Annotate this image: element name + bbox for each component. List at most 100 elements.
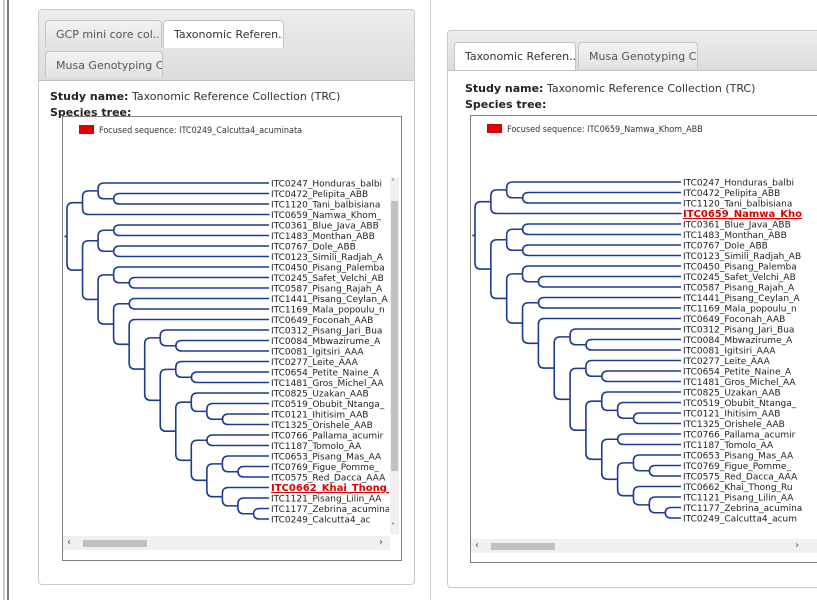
tree-leaf-label[interactable]: ITC1483_Monthan_ABB — [683, 231, 787, 241]
tree-branch — [600, 401, 618, 412]
tree-leaf-label[interactable]: ITC0084_Mbwazirume_A — [683, 336, 793, 346]
tree-leaf-label[interactable]: ITC0081_Igitsiri_AAA — [683, 347, 776, 357]
tree-leaf-label[interactable]: ITC0575_Red_Dacca_AAA — [271, 474, 386, 484]
tree-leaf-label[interactable]: ITC0361_Blue_Java_ABB — [271, 222, 379, 232]
tree-leaf-label[interactable]: ITC0587_Pisang_Rajah_A — [683, 284, 795, 294]
tree-leaf-label[interactable]: ITC0472_Pelipita_ABB — [271, 190, 368, 200]
scroll-right-arrow[interactable]: › — [379, 538, 383, 548]
tree-leaf-label[interactable]: ITC0245_Safet_Velchi_AB — [683, 273, 796, 283]
tree-leaf-label[interactable]: ITC0081_Igitsiri_AAA — [271, 348, 364, 358]
tree-leaf-label[interactable]: ITC0247_Honduras_balbi — [271, 180, 382, 190]
tree-leaf-label[interactable]: ITC0769_Figue_Pomme_ — [683, 462, 791, 472]
tree-leaf-label[interactable]: ITC0654_Petite_Naine_A — [683, 368, 792, 378]
scroll-left-arrow[interactable]: ‹ — [67, 538, 71, 548]
tree-leaf-label[interactable]: ITC1120_Tani_balbisiana — [683, 200, 792, 210]
tree-leaf-label[interactable]: ITC1121_Pisang_Lilin_AA — [683, 494, 794, 504]
tree-leaf-label[interactable]: ITC0767_Dole_ABB — [683, 242, 768, 252]
vertical-scroll-thumb[interactable] — [391, 201, 398, 471]
phylogenetic-tree[interactable]: ITC0247_Honduras_balbiITC0472_Pelipita_A… — [63, 117, 389, 537]
tab-gcp-mini-core[interactable]: GCP mini core col... — [45, 20, 162, 47]
tree-leaf-label[interactable]: ITC0769_Figue_Pomme_ — [271, 463, 379, 473]
tree-horizontal-scrollbar[interactable]: ‹ › — [471, 539, 817, 553]
tree-branch — [505, 189, 523, 199]
tree-branch — [600, 459, 618, 481]
tree-leaf-label[interactable]: ITC0450_Pisang_Palemba — [683, 263, 797, 273]
focused-leaf-label[interactable]: ITC0662_Khai_Thong_Ru — [271, 483, 389, 494]
tree-vertical-scrollbar[interactable]: ˄ ˅ — [390, 177, 399, 534]
tree-leaf-label[interactable]: ITC1187_Tomolo_AA — [271, 442, 362, 452]
tree-leaf-label[interactable]: ITC1121_Pisang_Lilin_AA — [271, 495, 382, 505]
tree-branch — [159, 368, 176, 401]
tab-musa-genotyping[interactable]: Musa Genotyping C... — [578, 42, 698, 69]
tree-leaf-label[interactable]: ITC0245_Safet_Velchi_AB — [271, 274, 384, 284]
tree-leaf-label[interactable]: ITC0121_Ihitisim_AAB — [683, 410, 780, 420]
tree-leaf-label[interactable]: ITC1325_Orishele_AAB — [683, 420, 785, 430]
tree-leaf-label[interactable]: ITC1481_Gros_Michel_AA — [683, 378, 796, 388]
tree-leaf-label[interactable]: ITC1169_Mala_popoulu_n — [683, 305, 797, 315]
tree-leaf-label[interactable]: ITC0277_Leite_AAA — [271, 358, 359, 368]
tree-leaf-label[interactable]: ITC0519_Obubit_Ntanga_ — [683, 399, 797, 409]
tree-leaf-label[interactable]: ITC0312_Pisang_Jari_Bua — [683, 326, 794, 336]
tab-taxonomic-reference[interactable]: Taxonomic Referen... — [163, 20, 284, 48]
scroll-left-arrow[interactable]: ‹ — [475, 541, 479, 551]
species-tree-viewer[interactable]: Focused sequence: ITC0659_Namwa_Khom_ABB… — [470, 115, 817, 563]
tree-branch — [632, 412, 681, 420]
tree-leaf-label[interactable]: ITC1483_Monthan_ABB — [271, 232, 375, 242]
tree-branch — [648, 504, 666, 514]
tree-leaf-label[interactable]: ITC0277_Leite_AAA — [683, 357, 771, 367]
tree-leaf-label[interactable]: ITC1325_Orishele_AAB — [271, 421, 373, 431]
tab-musa-genotyping[interactable]: Musa Genotyping C... — [45, 51, 163, 78]
tree-leaf-label[interactable]: ITC0450_Pisang_Palemba — [271, 264, 385, 274]
tree-branch — [632, 462, 650, 472]
scroll-right-arrow[interactable]: › — [795, 541, 799, 551]
tree-leaf-label[interactable]: ITC0649_Foconah_AAB — [683, 315, 785, 325]
tree-leaf-label[interactable]: ITC0123_Simili_Radjah_AB — [683, 252, 801, 262]
tree-leaf-label[interactable]: ITC0123_Simili_Radjah_A — [271, 253, 384, 263]
focused-leaf-label[interactable]: ITC0659_Namwa_Kho — [683, 209, 802, 220]
tree-leaf-label[interactable]: ITC0825_Uzakan_AAB — [683, 389, 781, 399]
species-tree-viewer[interactable]: Focused sequence: ITC0249_Calcutta4_acum… — [62, 116, 402, 561]
tree-leaf-label[interactable]: ITC0519_Obubit_Ntanga_ — [271, 400, 385, 410]
tree-branch — [648, 464, 681, 472]
tree-leaf-label[interactable]: ITC1177_Zebrina_acumina — [683, 504, 802, 514]
tree-branch — [553, 336, 571, 369]
tree-leaf-label[interactable]: ITC0249_Calcutta4_ac — [271, 516, 371, 526]
tree-leaf-label[interactable]: ITC0653_Pisang_Mas_AA — [683, 452, 794, 462]
tree-branch — [600, 438, 618, 460]
tree-leaf-label[interactable]: ITC0361_Blue_Java_ABB — [683, 221, 791, 231]
tree-leaf-label[interactable]: ITC0659_Namwa_Khom_ — [271, 211, 382, 221]
tree-leaf-label[interactable]: ITC0249_Calcutta4_acum — [683, 515, 797, 525]
tree-leaf-label[interactable]: ITC1177_Zebrina_acumina — [271, 505, 389, 515]
tree-leaf-label[interactable]: ITC1481_Gros_Michel_AA — [271, 379, 384, 389]
tree-leaf-label[interactable]: ITC0766_Pallama_acumir — [683, 431, 796, 441]
tree-leaf-label[interactable]: ITC0649_Foconah_AAB — [271, 316, 373, 326]
tree-leaf-label[interactable]: ITC1441_Pisang_Ceylan_A — [683, 294, 801, 304]
tree-leaf-label[interactable]: ITC0472_Pelipita_ABB — [683, 189, 780, 199]
tree-leaf-label[interactable]: ITC0662_Khai_Thong_Ru — [683, 483, 793, 493]
horizontal-scroll-thumb[interactable] — [83, 540, 147, 547]
tree-leaf-label[interactable]: ITC0654_Petite_Naine_A — [271, 369, 380, 379]
tree-leaf-label[interactable]: ITC1441_Pisang_Ceylan_A — [271, 295, 389, 305]
phylogenetic-tree[interactable]: ITC0247_Honduras_balbiITC0472_Pelipita_A… — [471, 116, 817, 541]
tree-leaf-label[interactable]: ITC0825_Uzakan_AAB — [271, 390, 369, 400]
tree-leaf-label[interactable]: ITC0247_Honduras_balbi — [683, 179, 794, 189]
tree-leaf-label[interactable]: ITC0587_Pisang_Rajah_A — [271, 285, 383, 295]
tree-leaf-label[interactable]: ITC0767_Dole_ABB — [271, 243, 356, 253]
tree-leaf-label[interactable]: ITC1169_Mala_popoulu_n — [271, 306, 385, 316]
tree-leaf-label[interactable]: ITC0575_Red_Dacca_AAA — [683, 473, 798, 483]
scroll-up-arrow[interactable]: ˄ — [391, 179, 395, 187]
tree-leaf-label[interactable]: ITC1120_Tani_balbisiana — [271, 201, 380, 211]
tree-leaf-label[interactable]: ITC0766_Pallama_acumir — [271, 432, 384, 442]
tree-leaf-label[interactable]: ITC0121_Ihitisim_AAB — [271, 411, 368, 421]
tree-leaf-label[interactable]: ITC0312_Pisang_Jari_Bua — [271, 327, 382, 337]
tree-branch — [252, 507, 269, 515]
horizontal-scroll-thumb[interactable] — [491, 543, 555, 550]
tree-leaf-label[interactable]: ITC1187_Tomolo_AA — [683, 441, 774, 451]
scroll-down-arrow[interactable]: ˅ — [391, 523, 395, 531]
tree-horizontal-scrollbar[interactable]: ‹ › — [63, 536, 390, 550]
column-divider — [430, 0, 431, 600]
tree-leaf-label[interactable]: ITC0653_Pisang_Mas_AA — [271, 453, 382, 463]
tab-taxonomic-reference[interactable]: Taxonomic Referen... — [454, 42, 576, 70]
species-tree-label: Species tree: — [465, 98, 546, 111]
tree-leaf-label[interactable]: ITC0084_Mbwazirume_A — [271, 337, 381, 347]
